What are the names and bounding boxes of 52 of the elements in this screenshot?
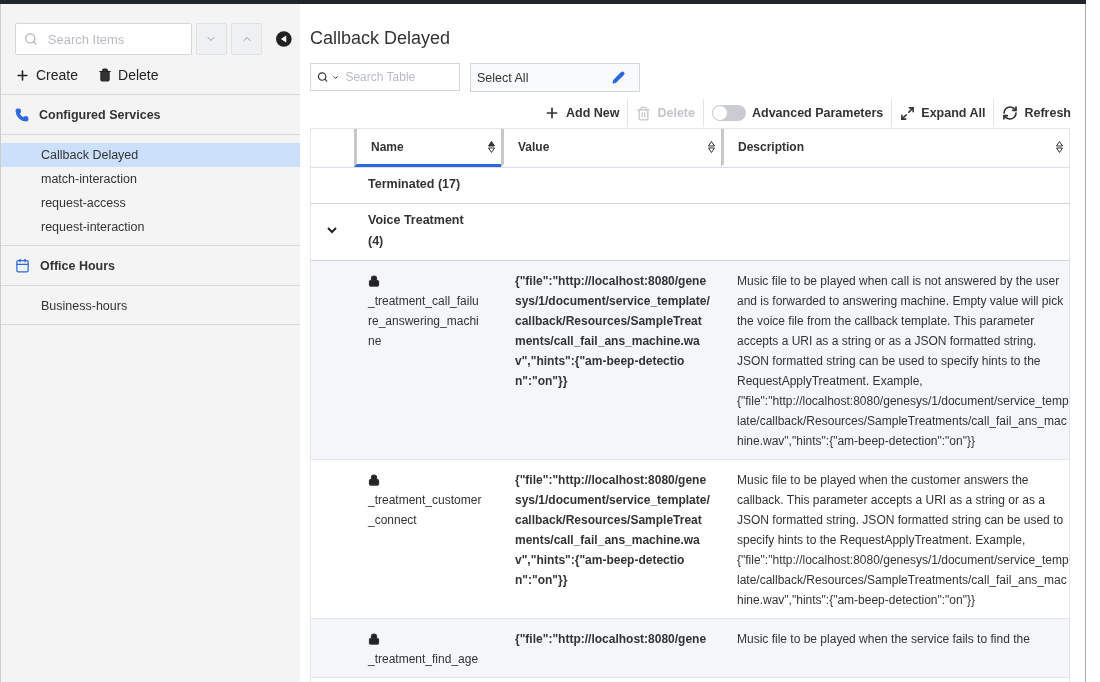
calendar-icon	[15, 258, 30, 273]
group-label: Voice Treatment (4)	[367, 212, 464, 250]
table-cell-text: {"file":"http://localhost:8080/genesys/1/document/service_template/callback/Resources/SampleTreatments/call_fail_ans_machine.wav","hints":{"am-beep-detection":"on"}}	[515, 472, 711, 589]
pencil-icon	[612, 71, 625, 84]
section-title: Office Hours	[40, 258, 115, 273]
advanced-parameters-toggle[interactable]: Advanced Parameters	[703, 99, 892, 127]
search-input[interactable]: Search Items	[45, 30, 183, 48]
table-cell-text: _treatment_call_failure_answering_machine	[368, 293, 480, 350]
plus-icon	[15, 67, 30, 83]
trash-icon	[636, 105, 652, 121]
lock-icon	[368, 474, 380, 486]
lock-icon	[368, 275, 380, 287]
group-label: Terminated (17)	[367, 176, 462, 193]
phone-icon	[15, 107, 29, 122]
sidebar-item[interactable]: request-access	[1, 191, 300, 215]
sort-icon	[1056, 140, 1063, 153]
search-field[interactable]: Search Items	[15, 23, 192, 55]
table-cell-text: Music file to be played when call is not answered by the user and is forwarded to answering machine. Empty value will pick the voice file from the callback template. This parameter accepts a URI as a string or as a JSON formatted string. JSON formatted string can be used to specify hints to the RequestApplyTreatment. Example, {"file":"http://localhost:8080/genesys/1/document/service_template/callback/Resources/SampleTreatments/call_fail_ans_machine.wav","hints":{"am-beep-detection":"on"}}	[736, 273, 1069, 450]
sidebar-item[interactable]: Business-hours	[1, 294, 300, 318]
section-title: Configured Services	[39, 107, 161, 122]
expand-button[interactable]: Expand All	[891, 99, 994, 127]
sort-icon	[708, 140, 715, 153]
column-header[interactable]: Value	[501, 129, 721, 167]
select-value: Select All	[477, 70, 529, 85]
sidebar-item[interactable]: request-interaction	[1, 215, 300, 239]
search-icon	[24, 31, 38, 47]
table-cell-text: _treatment_customer_connect	[368, 492, 482, 529]
chevron-down-icon[interactable]	[326, 224, 338, 236]
expand-icon	[900, 105, 916, 121]
delete-button[interactable]: Delete	[98, 67, 159, 83]
table-cell-text: {"file":"http://localhost:8080/gene	[515, 631, 708, 648]
column-header[interactable]: Name	[354, 129, 501, 167]
create-button[interactable]: Create	[15, 67, 79, 83]
sort-icon	[488, 140, 495, 153]
select-dropdown[interactable]: Select All	[470, 63, 640, 92]
table-search-field[interactable]: Search Table	[310, 63, 460, 91]
search-icon	[317, 70, 329, 84]
trash-icon	[98, 68, 113, 82]
page-title: Callback Delayed	[310, 28, 452, 49]
sidebar-item[interactable]: Callback Delayed	[1, 143, 300, 167]
add-button[interactable]: Add New	[535, 99, 628, 127]
refresh-button[interactable]: Refresh	[993, 99, 1079, 127]
table-cell-text: {"file":"http://localhost:8080/genesys/1/document/service_template/callback/Resources/SampleTreatments/call_fail_ans_machine.wav","hints":{"am-beep-detection":"on"}}	[515, 273, 711, 390]
table-cell-text: Music file to be played when the service fails to find the	[736, 631, 1031, 648]
table-cell-text: _treatment_find_age	[368, 651, 480, 668]
refresh-icon	[1002, 105, 1019, 121]
sidebar-item[interactable]: match-interaction	[1, 167, 300, 191]
collapse-icon[interactable]	[276, 31, 292, 47]
table-cell-text: Music file to be played when the customer answers the callback. This parameter accepts a URI as a string or as a JSON formatted string. JSON formatted string can be used to specify hints to the RequestApplyTreatment. Example, {"file":"http://localhost:8080/genesys/1/document/service_template/callback/Resources/SampleTreatments/call_fail_ans_machine.wav","hints":{"am-beep-detection":"on"}}	[736, 472, 1069, 609]
table-search-input[interactable]: Search Table	[343, 69, 453, 85]
column-header[interactable]: Description	[721, 129, 1069, 167]
lock-icon	[368, 633, 380, 645]
